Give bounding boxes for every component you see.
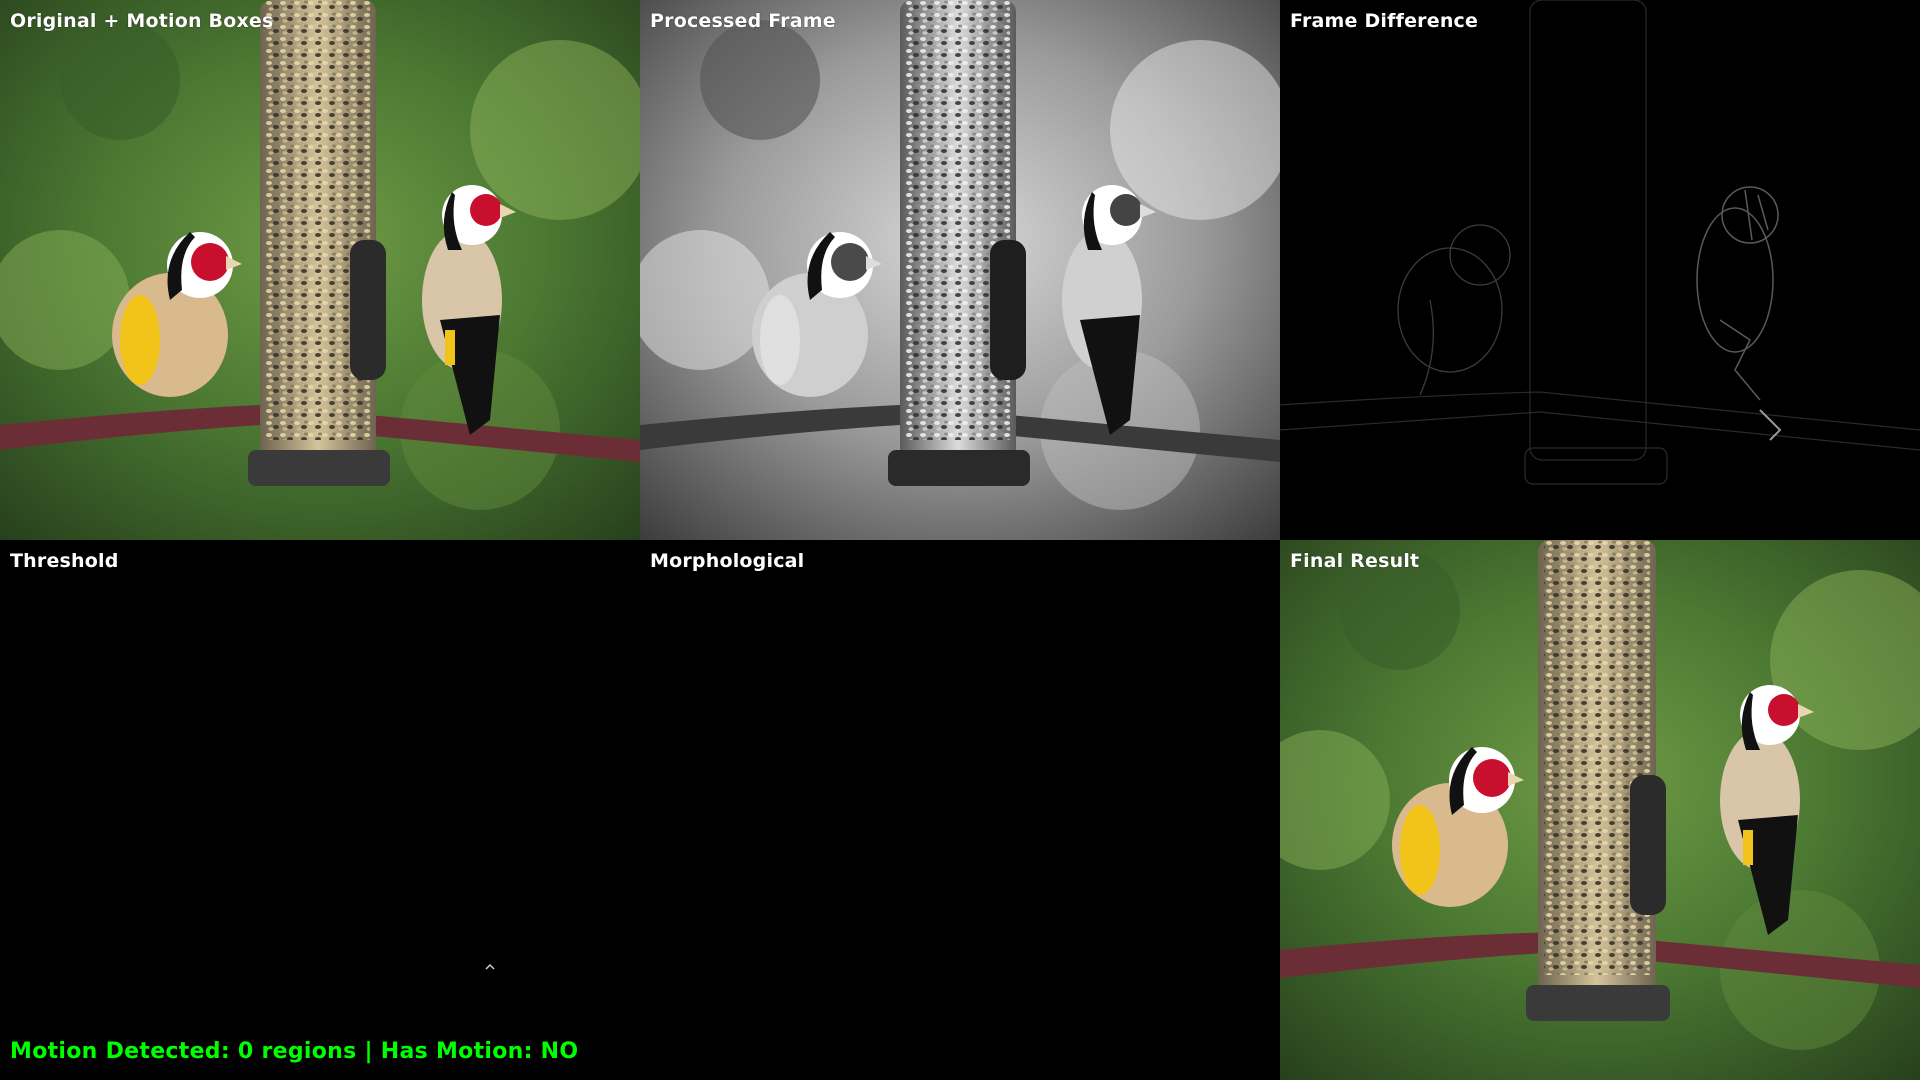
panel-title-original: Original + Motion Boxes bbox=[10, 10, 274, 32]
panel-title-morphological: Morphological bbox=[650, 550, 805, 572]
final-panel: Final Result bbox=[1280, 540, 1920, 1080]
final-image bbox=[1280, 540, 1920, 1080]
original-panel: Original + Motion Boxes bbox=[0, 0, 640, 540]
panel-title-threshold: Threshold bbox=[10, 550, 119, 572]
threshold-panel: Threshold bbox=[0, 540, 640, 1080]
grayscale-image bbox=[640, 0, 1280, 540]
panel-title-processed: Processed Frame bbox=[650, 10, 836, 32]
threshold-mask bbox=[0, 540, 640, 1080]
morphological-panel: Morphological bbox=[640, 540, 1280, 1080]
processed-panel: Processed Frame bbox=[640, 0, 1280, 540]
panel-title-final: Final Result bbox=[1290, 550, 1420, 572]
motion-status-text: Motion Detected: 0 regions | Has Motion:… bbox=[10, 1039, 579, 1064]
visualization-grid: Original + Motion Boxes Processed Frame … bbox=[0, 0, 1920, 1080]
difference-image bbox=[1280, 0, 1920, 540]
panel-title-difference: Frame Difference bbox=[1290, 10, 1479, 32]
difference-panel: Frame Difference bbox=[1280, 0, 1920, 540]
bird-feeder-image bbox=[0, 0, 640, 540]
morphological-mask bbox=[640, 540, 1280, 1080]
